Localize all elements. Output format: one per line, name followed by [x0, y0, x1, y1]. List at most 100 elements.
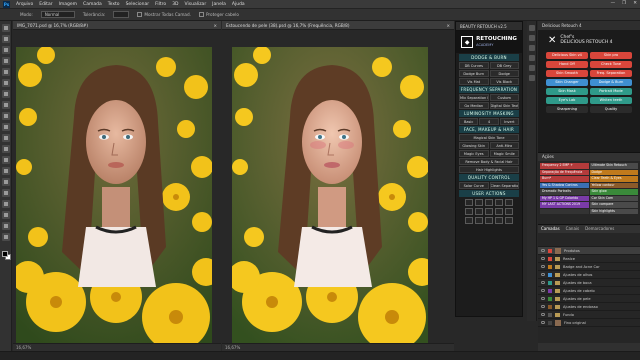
visibility-eye-icon[interactable] — [541, 249, 545, 252]
chef-action-button[interactable]: Quality — [590, 106, 632, 113]
visibility-eye-icon[interactable] — [541, 257, 545, 260]
menu-help[interactable]: Ajuda — [232, 2, 245, 7]
action-button[interactable]: Yes & Shadow Contras — [540, 182, 589, 188]
action-icon[interactable] — [465, 217, 473, 224]
action-button[interactable]: Skin glow — [589, 189, 638, 195]
history-brush-tool-icon[interactable] — [2, 123, 10, 131]
eyedropper-tool-icon[interactable] — [2, 79, 10, 87]
retouch-action-button[interactable]: DB Grey — [489, 62, 519, 69]
chef-action-button[interactable]: Dodge & Burn — [590, 79, 632, 86]
menu-image[interactable]: Imagem — [59, 2, 77, 7]
action-icon[interactable] — [485, 199, 493, 206]
action-icon[interactable] — [475, 208, 483, 215]
visibility-eye-icon[interactable] — [541, 305, 545, 308]
marquee-tool-icon[interactable] — [2, 35, 10, 43]
retouch-action-button[interactable]: Basic — [459, 118, 479, 125]
action-button[interactable]: My HP 1 & GP Colorido — [540, 195, 589, 201]
hand-tool-icon[interactable] — [2, 222, 10, 230]
menu-layer[interactable]: Camada — [83, 2, 102, 7]
action-button[interactable]: Ultimate Skin Retouch — [589, 163, 638, 169]
action-button[interactable]: Cor Skin Cam — [589, 195, 638, 201]
close-button[interactable]: ✕ — [633, 1, 637, 6]
chef-action-button[interactable]: Eye's Lab — [546, 97, 588, 104]
action-icon[interactable] — [475, 199, 483, 206]
menu-window[interactable]: Janela — [212, 2, 226, 7]
crop-tool-icon[interactable] — [2, 68, 10, 76]
action-button[interactable]: Burn* — [540, 176, 589, 182]
retouch-action-button[interactable]: Custom — [489, 94, 519, 101]
retouch-action-button[interactable]: Mix Separation Blur — [459, 94, 489, 101]
chef-action-button[interactable]: Skin Changer — [546, 79, 588, 86]
sample-all-checkbox[interactable] — [137, 12, 143, 18]
portrait-photo-before[interactable] — [16, 47, 212, 343]
document-tab[interactable]: Estoucendo de pele (38).psd @ 16,7% (Fre… — [222, 21, 454, 30]
action-button[interactable]: Dramatic Portraits — [540, 189, 589, 195]
chef-action-button[interactable]: Skin Smooth — [546, 70, 588, 77]
gradient-tool-icon[interactable] — [2, 145, 10, 153]
chef-action-button[interactable]: Check Tone — [590, 61, 632, 68]
action-icon[interactable] — [505, 199, 513, 206]
pen-tool-icon[interactable] — [2, 178, 10, 186]
chef-action-button[interactable]: Skin Mask — [546, 88, 588, 95]
tolerance-field[interactable] — [113, 11, 130, 18]
retouch-action-button[interactable]: Vis Mat — [459, 78, 489, 85]
layer-row[interactable]: Fino original — [538, 319, 640, 327]
layer-row[interactable]: Fundo — [538, 311, 640, 319]
action-icon[interactable] — [505, 208, 513, 215]
retouch-action-button[interactable]: Dodge Burn — [459, 70, 489, 77]
retouch-action-button[interactable]: Magic Smile — [489, 150, 519, 157]
brush-panel-icon[interactable] — [529, 55, 535, 61]
retouch-action-button[interactable]: Solar Curve — [459, 182, 489, 189]
menu-view[interactable]: Visualizar — [185, 2, 207, 7]
menu-edit[interactable]: Editar — [39, 2, 52, 7]
action-icon[interactable] — [485, 208, 493, 215]
action-button[interactable]: Dodge — [589, 169, 638, 175]
action-button[interactable]: Skin highlights — [589, 208, 638, 214]
visibility-eye-icon[interactable] — [541, 281, 545, 284]
protect-option[interactable]: Proteger cabelo — [198, 12, 239, 18]
dodge-tool-icon[interactable] — [2, 167, 10, 175]
chef-action-button[interactable]: Hand Off — [546, 61, 588, 68]
action-icon[interactable] — [505, 217, 513, 224]
tab-layers[interactable]: Camadas — [541, 225, 560, 233]
portrait-photo-after[interactable] — [232, 47, 428, 343]
layer-row[interactable]: Ajustes de boca — [538, 279, 640, 287]
retouch-action-button[interactable]: 4 — [479, 118, 499, 125]
action-button[interactable]: Frequency 2 EMP + — [540, 163, 589, 169]
action-icon[interactable] — [475, 217, 483, 224]
visibility-eye-icon[interactable] — [541, 313, 545, 316]
tab-channels[interactable]: Canais — [566, 225, 579, 233]
document-tab[interactable]: IMG_7071.psd @ 16,7% (RGB/8#) × — [13, 21, 221, 30]
action-icon[interactable] — [465, 199, 473, 206]
menu-file[interactable]: Arquivo — [16, 2, 33, 7]
sample-all-layers-option[interactable]: Mostrar Todas Camad. — [137, 12, 191, 18]
swatches-panel-icon[interactable] — [529, 65, 535, 71]
retouch-action-button[interactable]: Invert — [499, 118, 519, 125]
type-tool-icon[interactable] — [2, 189, 10, 197]
mode-select[interactable]: Normal — [40, 11, 75, 18]
path-select-tool-icon[interactable] — [2, 200, 10, 208]
visibility-eye-icon[interactable] — [541, 273, 545, 276]
color-swatches[interactable] — [2, 251, 11, 260]
menu-select[interactable]: Selecionar — [126, 2, 150, 7]
retouch-action-button[interactable]: Anti-Mira — [489, 142, 519, 149]
protect-checkbox[interactable] — [198, 12, 204, 18]
action-button[interactable]: Clear Teeth & Eyes — [589, 176, 638, 182]
menu-3d[interactable]: 3D — [172, 2, 178, 7]
action-icon[interactable] — [465, 208, 473, 215]
canvas-area[interactable] — [222, 30, 454, 343]
retouch-action-button[interactable]: Go Median — [459, 102, 489, 109]
retouch-action-button[interactable]: Digital Skin Texture — [489, 102, 519, 109]
layer-row[interactable]: Ajustes de olhos — [538, 271, 640, 279]
action-icon[interactable] — [485, 217, 493, 224]
retouch-action-button[interactable]: Clean Separation — [489, 182, 519, 189]
stamp-tool-icon[interactable] — [2, 112, 10, 120]
tab-paths[interactable]: Demarcadores — [585, 225, 614, 233]
retouch-action-button[interactable]: Remove Body & Facial Hair — [459, 158, 519, 165]
eraser-tool-icon[interactable] — [2, 134, 10, 142]
retouch-action-button[interactable]: Hair Highlights — [459, 166, 519, 173]
chef-action-button[interactable]: Freq. Separation — [590, 70, 632, 77]
layer-row[interactable]: Produtos — [538, 247, 640, 255]
layer-row[interactable]: Badge and Acne Cor — [538, 263, 640, 271]
retouch-action-button[interactable]: DB Curves — [459, 62, 489, 69]
